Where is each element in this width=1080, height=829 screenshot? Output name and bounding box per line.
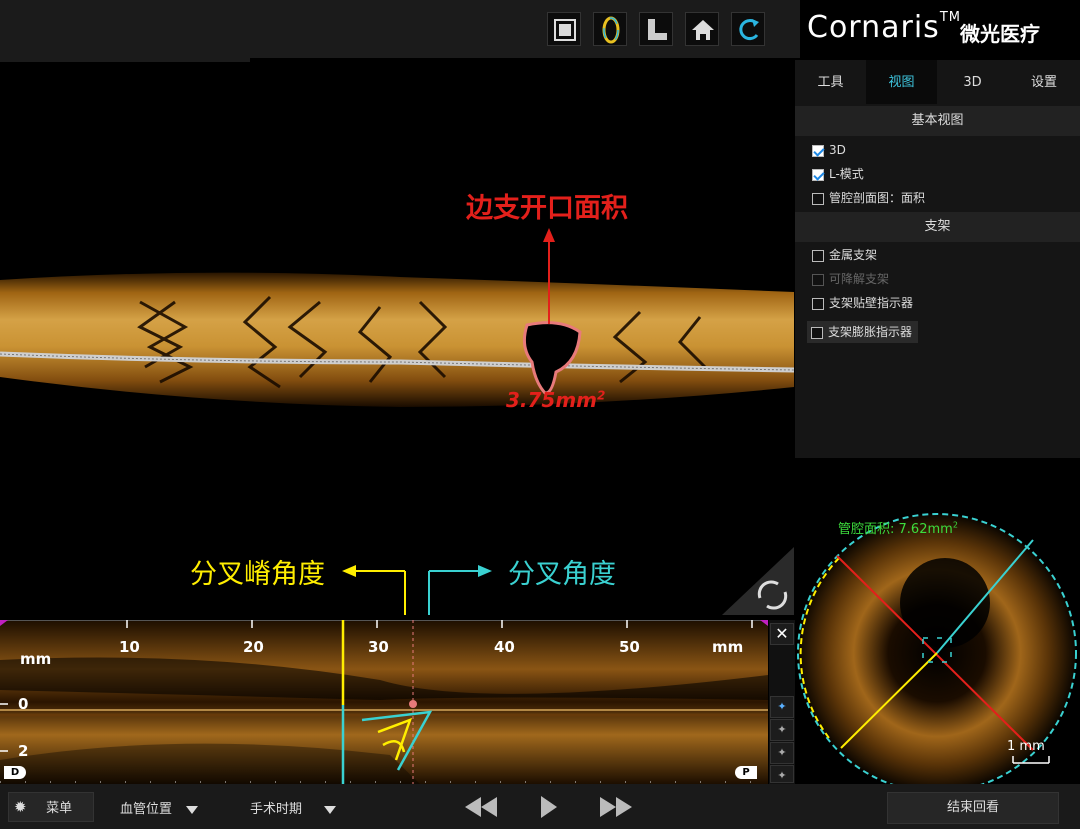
option-expansion-indicator[interactable]: 支架膨胀指示器 (807, 321, 919, 343)
option-lmode[interactable]: L-模式 (812, 164, 864, 184)
lmode-tick: 30 (368, 638, 389, 656)
lumen-area-readout: 管腔面积: 7.62mm2 (838, 520, 958, 537)
tab-tools[interactable]: 工具 (795, 60, 866, 104)
option-metal-stent[interactable]: 金属支架 (812, 245, 877, 265)
option-apposition-indicator[interactable]: 支架贴壁指示器 (812, 293, 913, 313)
pin-icon[interactable]: ✦ (770, 696, 794, 718)
checkbox[interactable] (811, 326, 823, 339)
brand-logo: CornarisTM 微光医疗 (805, 0, 1080, 60)
bottom-bar: ✹ 菜单 血管位置 手术时期 结束回看 (0, 784, 1080, 829)
checkbox[interactable] (812, 297, 824, 310)
tab-view[interactable]: 视图 (866, 60, 937, 104)
cross-section-view[interactable]: 管腔面积: 7.62mm2 1 mm (795, 458, 1080, 784)
ring-view-button[interactable] (593, 12, 627, 46)
panel-tabs: 工具 视图 3D 设置 (795, 60, 1080, 104)
scale-bar-label: 1 mm (1007, 739, 1045, 754)
checkbox[interactable] (812, 168, 824, 181)
lmode-view[interactable]: mm mm 10 20 30 40 50 0 2 D P (0, 620, 768, 784)
option-3d[interactable]: 3D (812, 140, 846, 160)
gear-icon: ✹ (14, 798, 27, 816)
vessel-render (0, 228, 794, 615)
checkbox[interactable] (812, 144, 824, 157)
proximal-marker: P (735, 766, 757, 779)
top-toolbar (0, 0, 800, 58)
checkbox (812, 273, 824, 286)
fast-forward-button[interactable] (598, 793, 634, 821)
checkbox[interactable] (812, 249, 824, 262)
vessel-position-dropdown[interactable]: 血管位置 (120, 798, 199, 817)
lview-button[interactable] (639, 12, 673, 46)
side-branch-area-value: 3.75mm2 (506, 388, 606, 412)
bifurcation-ridge-angle-label: 分叉嵴角度 (190, 559, 325, 590)
surgery-period-dropdown[interactable]: 手术时期 (250, 798, 337, 817)
rewind-button[interactable] (463, 793, 499, 821)
lmode-unit-left: mm (20, 650, 52, 668)
distal-marker: D (4, 766, 26, 779)
lmode-tick: 40 (494, 638, 515, 656)
logo-chinese: 微光医疗 (960, 22, 1040, 46)
option-bioresorbable-stent: 可降解支架 (812, 269, 889, 289)
play-button[interactable] (538, 793, 560, 821)
cross-section-image (797, 513, 1077, 784)
ring-icon (602, 16, 620, 44)
section-stent: 支架 (795, 212, 1080, 242)
chevron-down-icon (324, 805, 337, 814)
lmode-side-tools: ✕ ✦ ✦ ✦ ✦ (769, 620, 795, 784)
home-icon (692, 20, 714, 40)
lmode-unit-right: mm (712, 638, 744, 656)
option-lumen-profile[interactable]: 管腔剖面图：面积 (812, 188, 925, 208)
longitudinal-3d-view[interactable]: 边支开口面积 3.75mm2 分叉嵴角度 分叉角度 (0, 62, 794, 615)
pin-icon[interactable]: ✦ (770, 719, 794, 741)
home-button[interactable] (685, 12, 719, 46)
pin-icon[interactable]: ✦ (770, 742, 794, 764)
section-basic-view: 基本视图 (795, 106, 1080, 136)
end-review-button[interactable]: 结束回看 (887, 792, 1059, 824)
side-branch-area-title: 边支开口面积 (466, 193, 628, 224)
bifurcation-angle-label: 分叉角度 (508, 559, 616, 590)
depth-label-2: 2 (18, 742, 29, 760)
checkbox[interactable] (812, 192, 824, 205)
foot-icon (648, 19, 667, 40)
fullscreen-icon (554, 19, 576, 41)
lmode-tick: 20 (243, 638, 264, 656)
rotate-icon (739, 19, 759, 40)
tab-settings[interactable]: 设置 (1008, 60, 1080, 104)
lmode-tick: 50 (619, 638, 640, 656)
tab-3d[interactable]: 3D (937, 60, 1008, 104)
right-panel: 工具 视图 3D 设置 基本视图 3D L-模式 管腔剖面图：面积 支架 金属支… (795, 60, 1080, 458)
pin-icon[interactable]: ✦ (770, 765, 794, 783)
rotate-button[interactable] (731, 12, 765, 46)
menu-button[interactable]: ✹ 菜单 (8, 792, 94, 822)
logo-brand: CornarisTM (807, 10, 961, 45)
fullscreen-button[interactable] (547, 12, 581, 46)
depth-label-0: 0 (18, 695, 29, 713)
chevron-down-icon (186, 805, 199, 814)
lmode-tick: 10 (119, 638, 140, 656)
close-icon[interactable]: ✕ (770, 623, 794, 645)
